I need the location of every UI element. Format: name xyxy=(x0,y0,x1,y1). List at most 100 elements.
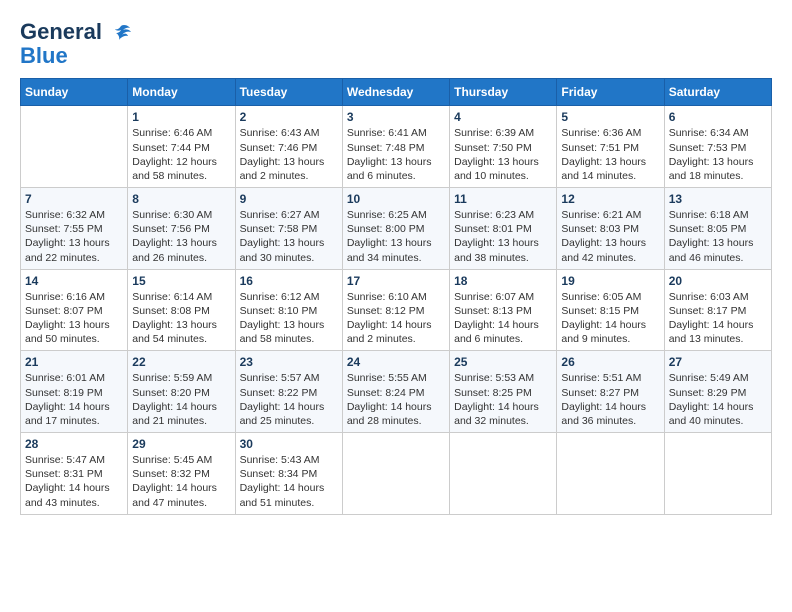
day-info: Sunrise: 6:12 AM Sunset: 8:10 PM Dayligh… xyxy=(240,290,338,347)
calendar-cell: 7 Sunrise: 6:32 AM Sunset: 7:55 PM Daylig… xyxy=(21,188,128,270)
header-day-wednesday: Wednesday xyxy=(342,79,449,106)
logo-bird-icon xyxy=(110,24,132,42)
day-info: Sunrise: 6:14 AM Sunset: 8:08 PM Dayligh… xyxy=(132,290,230,347)
day-number: 19 xyxy=(561,274,659,288)
day-info: Sunrise: 5:59 AM Sunset: 8:20 PM Dayligh… xyxy=(132,371,230,428)
day-number: 17 xyxy=(347,274,445,288)
day-number: 14 xyxy=(25,274,123,288)
calendar-cell: 16 Sunrise: 6:12 AM Sunset: 8:10 PM Dayli… xyxy=(235,269,342,351)
calendar-cell: 29Sunrise: 5:45 AM Sunset: 8:32 PM Dayli… xyxy=(128,433,235,515)
day-number: 18 xyxy=(454,274,552,288)
calendar-cell: 28 Sunrise: 5:47 AM Sunset: 8:31 PM Dayli… xyxy=(21,433,128,515)
calendar-cell: 10 Sunrise: 6:25 AM Sunset: 8:00 PM Dayli… xyxy=(342,188,449,270)
calendar-week-row: 1 Sunrise: 6:46 AM Sunset: 7:44 PM Daylig… xyxy=(21,106,772,188)
day-number: 10 xyxy=(347,192,445,206)
calendar-table: SundayMondayTuesdayWednesdayThursdayFrid… xyxy=(20,78,772,514)
day-info: Sunrise: 6:18 AM Sunset: 8:05 PM Dayligh… xyxy=(669,208,767,265)
day-number: 8 xyxy=(132,192,230,206)
header-row: SundayMondayTuesdayWednesdayThursdayFrid… xyxy=(21,79,772,106)
calendar-cell: 25Sunrise: 5:53 AM Sunset: 8:25 PM Dayli… xyxy=(450,351,557,433)
day-info: Sunrise: 6:32 AM Sunset: 7:55 PM Dayligh… xyxy=(25,208,123,265)
calendar-cell: 18 Sunrise: 6:07 AM Sunset: 8:13 PM Dayli… xyxy=(450,269,557,351)
calendar-cell xyxy=(450,433,557,515)
day-number: 11 xyxy=(454,192,552,206)
calendar-cell: 6 Sunrise: 6:34 AM Sunset: 7:53 PM Daylig… xyxy=(664,106,771,188)
calendar-cell: 17 Sunrise: 6:10 AM Sunset: 8:12 PM Dayli… xyxy=(342,269,449,351)
day-number: 1 xyxy=(132,110,230,124)
day-info: Sunrise: 6:27 AM Sunset: 7:58 PM Dayligh… xyxy=(240,208,338,265)
day-number: 30 xyxy=(240,437,338,451)
calendar-header: SundayMondayTuesdayWednesdayThursdayFrid… xyxy=(21,79,772,106)
day-info: Sunrise: 5:57 AM Sunset: 8:22 PM Dayligh… xyxy=(240,371,338,428)
day-number: 2 xyxy=(240,110,338,124)
calendar-cell: 27 Sunrise: 5:49 AM Sunset: 8:29 PM Dayli… xyxy=(664,351,771,433)
header-day-tuesday: Tuesday xyxy=(235,79,342,106)
calendar-cell: 24 Sunrise: 5:55 AM Sunset: 8:24 PM Dayli… xyxy=(342,351,449,433)
calendar-cell: 13 Sunrise: 6:18 AM Sunset: 8:05 PM Dayli… xyxy=(664,188,771,270)
calendar-cell: 9 Sunrise: 6:27 AM Sunset: 7:58 PM Daylig… xyxy=(235,188,342,270)
day-number: 9 xyxy=(240,192,338,206)
day-info: Sunrise: 5:47 AM Sunset: 8:31 PM Dayligh… xyxy=(25,453,123,510)
calendar-cell: 15 Sunrise: 6:14 AM Sunset: 8:08 PM Dayli… xyxy=(128,269,235,351)
calendar-week-row: 28 Sunrise: 5:47 AM Sunset: 8:31 PM Dayli… xyxy=(21,433,772,515)
logo: General Blue xyxy=(20,20,132,68)
calendar-body: 1 Sunrise: 6:46 AM Sunset: 7:44 PM Daylig… xyxy=(21,106,772,514)
day-info: Sunrise: 6:01 AM Sunset: 8:19 PM Dayligh… xyxy=(25,371,123,428)
day-info: Sunrise: 6:23 AM Sunset: 8:01 PM Dayligh… xyxy=(454,208,552,265)
day-number: 26 xyxy=(561,355,659,369)
logo-blue-text: Blue xyxy=(20,44,68,68)
header: General Blue xyxy=(20,20,772,68)
calendar-week-row: 7 Sunrise: 6:32 AM Sunset: 7:55 PM Daylig… xyxy=(21,188,772,270)
day-info: Sunrise: 6:30 AM Sunset: 7:56 PM Dayligh… xyxy=(132,208,230,265)
calendar-cell: 4 Sunrise: 6:39 AM Sunset: 7:50 PM Daylig… xyxy=(450,106,557,188)
day-info: Sunrise: 5:55 AM Sunset: 8:24 PM Dayligh… xyxy=(347,371,445,428)
day-number: 24 xyxy=(347,355,445,369)
day-number: 21 xyxy=(25,355,123,369)
day-info: Sunrise: 6:39 AM Sunset: 7:50 PM Dayligh… xyxy=(454,126,552,183)
calendar-cell xyxy=(342,433,449,515)
calendar-cell: 21 Sunrise: 6:01 AM Sunset: 8:19 PM Dayli… xyxy=(21,351,128,433)
day-number: 15 xyxy=(132,274,230,288)
calendar-cell xyxy=(21,106,128,188)
calendar-cell xyxy=(557,433,664,515)
calendar-cell: 1 Sunrise: 6:46 AM Sunset: 7:44 PM Daylig… xyxy=(128,106,235,188)
day-number: 13 xyxy=(669,192,767,206)
day-info: Sunrise: 5:49 AM Sunset: 8:29 PM Dayligh… xyxy=(669,371,767,428)
day-info: Sunrise: 6:25 AM Sunset: 8:00 PM Dayligh… xyxy=(347,208,445,265)
header-day-monday: Monday xyxy=(128,79,235,106)
day-number: 23 xyxy=(240,355,338,369)
logo-text: General xyxy=(20,20,132,44)
calendar-cell: 30 Sunrise: 5:43 AM Sunset: 8:34 PM Dayli… xyxy=(235,433,342,515)
calendar-week-row: 14Sunrise: 6:16 AM Sunset: 8:07 PM Dayli… xyxy=(21,269,772,351)
calendar-cell: 22 Sunrise: 5:59 AM Sunset: 8:20 PM Dayli… xyxy=(128,351,235,433)
day-number: 7 xyxy=(25,192,123,206)
day-number: 16 xyxy=(240,274,338,288)
day-info: Sunrise: 5:51 AM Sunset: 8:27 PM Dayligh… xyxy=(561,371,659,428)
calendar-cell: 5 Sunrise: 6:36 AM Sunset: 7:51 PM Daylig… xyxy=(557,106,664,188)
day-number: 6 xyxy=(669,110,767,124)
day-number: 5 xyxy=(561,110,659,124)
day-number: 25 xyxy=(454,355,552,369)
day-number: 12 xyxy=(561,192,659,206)
day-info: Sunrise: 6:07 AM Sunset: 8:13 PM Dayligh… xyxy=(454,290,552,347)
calendar-cell: 20Sunrise: 6:03 AM Sunset: 8:17 PM Dayli… xyxy=(664,269,771,351)
calendar-cell xyxy=(664,433,771,515)
day-number: 27 xyxy=(669,355,767,369)
calendar-cell: 3Sunrise: 6:41 AM Sunset: 7:48 PM Daylig… xyxy=(342,106,449,188)
day-info: Sunrise: 6:10 AM Sunset: 8:12 PM Dayligh… xyxy=(347,290,445,347)
day-info: Sunrise: 6:34 AM Sunset: 7:53 PM Dayligh… xyxy=(669,126,767,183)
day-info: Sunrise: 6:21 AM Sunset: 8:03 PM Dayligh… xyxy=(561,208,659,265)
header-day-sunday: Sunday xyxy=(21,79,128,106)
day-info: Sunrise: 6:41 AM Sunset: 7:48 PM Dayligh… xyxy=(347,126,445,183)
day-number: 28 xyxy=(25,437,123,451)
day-info: Sunrise: 6:36 AM Sunset: 7:51 PM Dayligh… xyxy=(561,126,659,183)
day-number: 29 xyxy=(132,437,230,451)
day-number: 4 xyxy=(454,110,552,124)
header-day-thursday: Thursday xyxy=(450,79,557,106)
calendar-cell: 8 Sunrise: 6:30 AM Sunset: 7:56 PM Daylig… xyxy=(128,188,235,270)
calendar-cell: 2Sunrise: 6:43 AM Sunset: 7:46 PM Daylig… xyxy=(235,106,342,188)
calendar-cell: 12 Sunrise: 6:21 AM Sunset: 8:03 PM Dayli… xyxy=(557,188,664,270)
day-info: Sunrise: 6:46 AM Sunset: 7:44 PM Dayligh… xyxy=(132,126,230,183)
day-number: 22 xyxy=(132,355,230,369)
day-info: Sunrise: 5:43 AM Sunset: 8:34 PM Dayligh… xyxy=(240,453,338,510)
